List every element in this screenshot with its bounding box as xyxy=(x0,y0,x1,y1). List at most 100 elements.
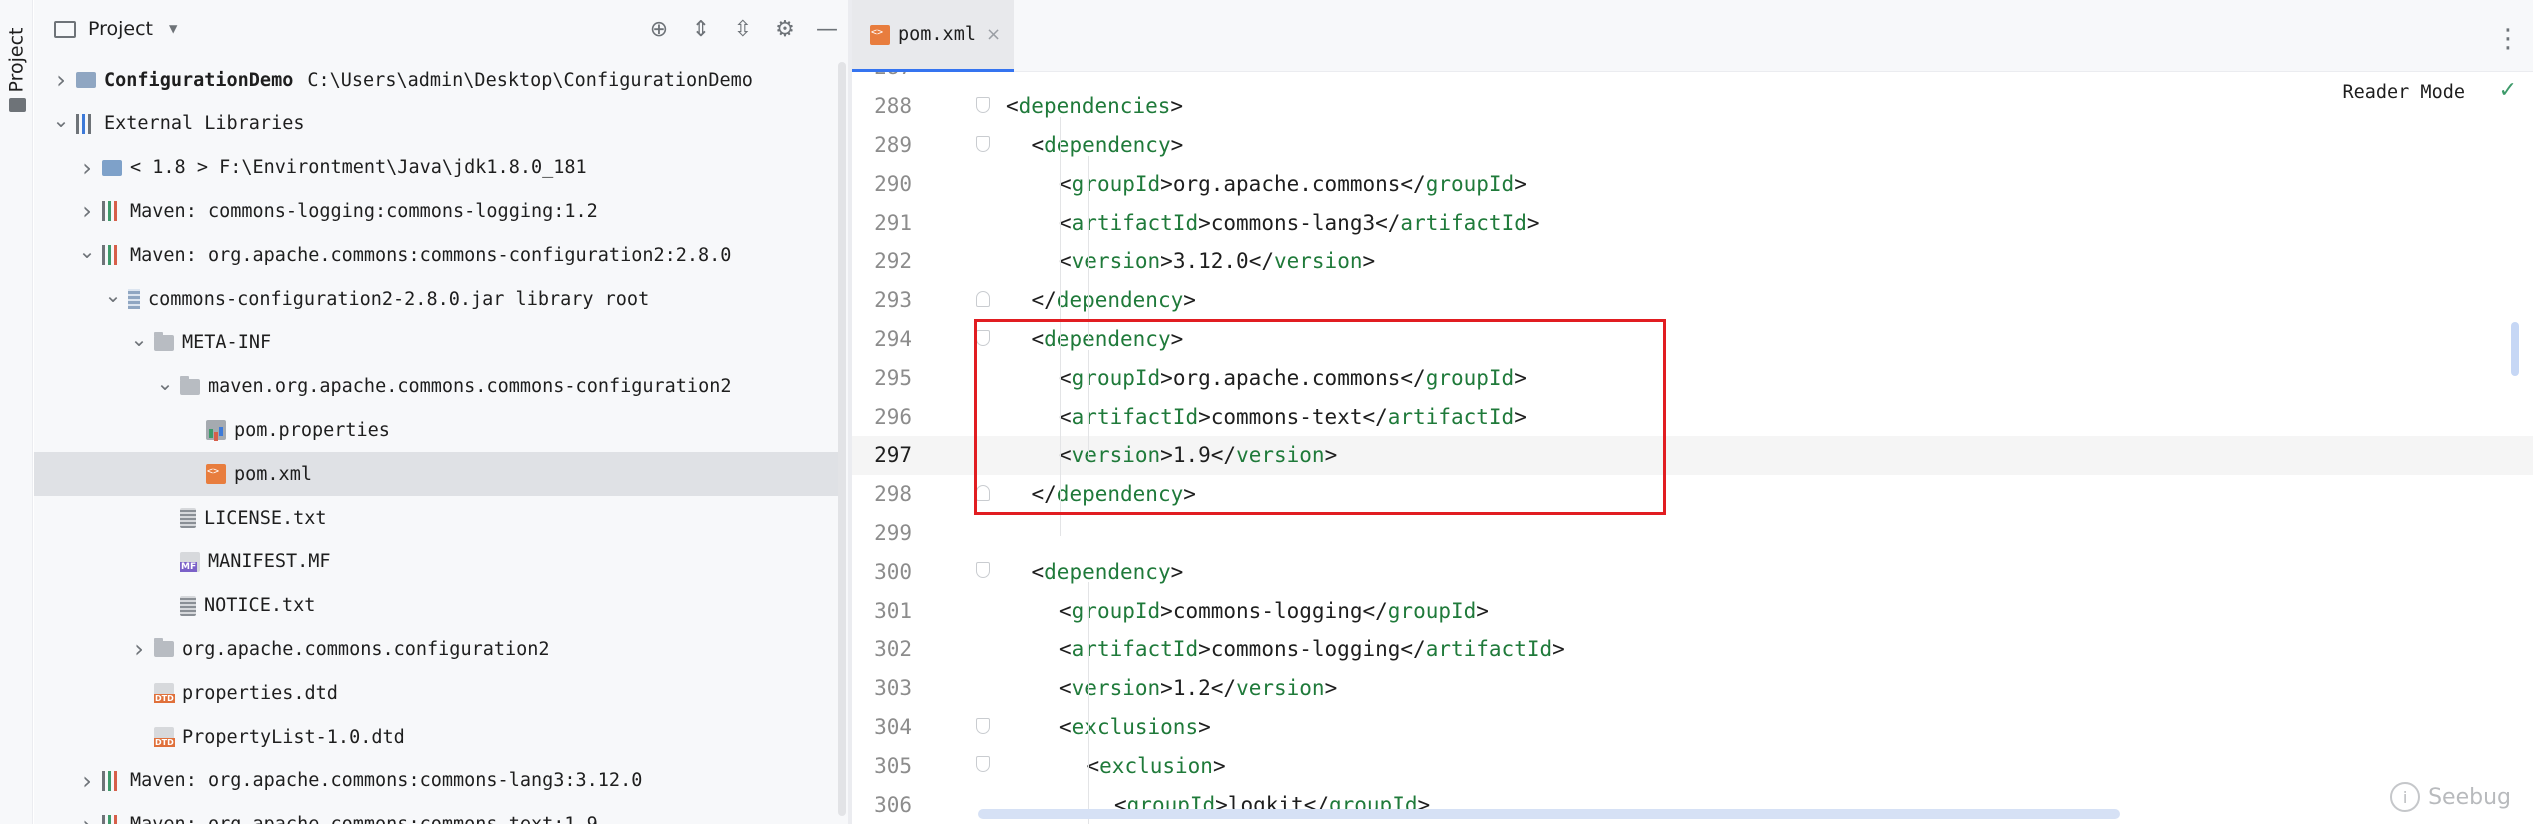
tree-row[interactable]: › Maven: org.apache.commons:commons-text:… xyxy=(34,803,844,824)
code-line[interactable]: 298 </dependency> xyxy=(852,475,2533,514)
tree-row[interactable]: › Maven: commons-logging:commons-logging:… xyxy=(34,189,844,233)
code-line[interactable]: 303 <version>1.2</version> xyxy=(852,669,2533,708)
code-line[interactable]: 292 <version>3.12.0</version> xyxy=(852,242,2533,281)
watermark: i Seebug xyxy=(2390,782,2511,812)
tree-row[interactable]: ⌄ maven.org.apache.commons.commons-config… xyxy=(34,365,844,409)
tree-row[interactable]: MANIFEST.MF xyxy=(34,540,844,584)
code-line[interactable]: 293 </dependency> xyxy=(852,281,2533,320)
xml-bracket: > xyxy=(1198,404,1211,429)
code-line[interactable]: 295 <groupId>org.apache.commons</groupId> xyxy=(852,358,2533,397)
project-panel-title[interactable]: Project xyxy=(88,18,153,40)
fold-marker-icon[interactable] xyxy=(976,96,990,113)
tree-row[interactable]: PropertyList-1.0.dtd xyxy=(34,715,844,759)
minimize-icon[interactable]: — xyxy=(806,14,848,44)
chevron-down-icon[interactable]: ▼ xyxy=(169,21,177,37)
tree-row[interactable]: LICENSE.txt xyxy=(34,496,844,540)
tree-row[interactable]: NOTICE.txt xyxy=(34,584,844,628)
code-line[interactable]: 300 <dependency> xyxy=(852,552,2533,591)
chevron-down-icon[interactable]: ⌄ xyxy=(128,327,150,351)
tab-pom-xml[interactable]: pom.xml × xyxy=(852,0,1014,72)
code-text: <version>1.2</version> xyxy=(1006,676,1337,700)
target-icon[interactable]: ⊕ xyxy=(638,14,680,44)
maven-icon xyxy=(102,245,122,266)
more-options-icon[interactable]: ⋮ xyxy=(2495,24,2521,54)
code-text: </dependency> xyxy=(1006,482,1196,506)
chevron-right-icon[interactable]: › xyxy=(76,197,98,225)
code-line[interactable]: 287 xyxy=(852,72,2533,87)
code-line[interactable]: 296 <artifactId>commons-text</artifactId> xyxy=(852,397,2533,436)
xml-bracket: < xyxy=(1059,598,1072,623)
chevron-right-icon[interactable]: › xyxy=(76,154,98,182)
fold-marker-icon[interactable] xyxy=(976,717,990,734)
fold-marker-icon[interactable] xyxy=(976,290,990,307)
fold-marker-icon[interactable] xyxy=(976,756,990,773)
tree-row[interactable]: ⌄ External Libraries xyxy=(34,102,844,146)
chevron-right-icon[interactable]: › xyxy=(76,767,98,795)
close-icon[interactable]: × xyxy=(986,24,1001,45)
chevron-down-icon[interactable]: ⌄ xyxy=(50,108,72,132)
xml-tag-name: version xyxy=(1236,676,1325,701)
tree-row[interactable]: pom.properties xyxy=(34,408,844,452)
code-line[interactable]: 305 <exclusion> xyxy=(852,746,2533,785)
chevron-down-icon[interactable]: ⌄ xyxy=(154,371,176,395)
tree-row[interactable]: › ConfigurationDemo C:\Users\admin\Desktop… xyxy=(34,58,844,102)
xml-bracket: </ xyxy=(1375,210,1401,235)
project-scrollbar[interactable] xyxy=(838,62,846,816)
xml-bracket: > xyxy=(1160,443,1173,468)
code-line[interactable]: 290 <groupId>org.apache.commons</groupId> xyxy=(852,164,2533,203)
xml-bracket: < xyxy=(1031,559,1045,584)
project-tool-button[interactable]: Project xyxy=(4,20,28,100)
tree-row[interactable]: ⌄ META-INF xyxy=(34,321,844,365)
tree-row[interactable]: › org.apache.commons.configuration2 xyxy=(34,627,844,671)
tree-row[interactable]: › < 1.8 > F:\Environtment\Java\jdk1.8.0_1… xyxy=(34,146,844,190)
line-number: 305 xyxy=(874,753,912,778)
xml-bracket: < xyxy=(1031,326,1045,351)
gutter xyxy=(912,72,1006,87)
code-line[interactable]: 299 xyxy=(852,514,2533,553)
chevron-right-icon[interactable]: › xyxy=(50,66,72,94)
tree-row-label: < 1.8 > F:\Environtment\Java\jdk1.8.0_18… xyxy=(130,157,587,179)
editor-vertical-scrollbar[interactable] xyxy=(2511,322,2519,376)
gear-icon[interactable]: ⚙ xyxy=(764,14,806,44)
tree-row-label: MANIFEST.MF xyxy=(208,551,331,573)
expand-all-icon[interactable]: ⇕ xyxy=(680,14,722,44)
tree-row[interactable]: properties.dtd xyxy=(34,671,844,715)
tree-row[interactable]: ⌄ Maven: org.apache.commons:commons-confi… xyxy=(34,233,844,277)
chevron-down-icon[interactable]: ⌄ xyxy=(102,283,124,307)
tree-row-label: Maven: org.apache.commons:commons-lang3:… xyxy=(130,770,643,792)
xml-bracket: < xyxy=(1006,94,1019,119)
xml-text: commons-lang3 xyxy=(1210,210,1376,235)
code-line[interactable]: 289 <dependency> xyxy=(852,126,2533,165)
xml-tag-name: groupId xyxy=(1071,171,1161,196)
code-line[interactable]: 304 <exclusions> xyxy=(852,708,2533,747)
xml-bracket: </ xyxy=(1031,482,1057,507)
fold-marker-icon[interactable] xyxy=(976,562,990,579)
xml-tag-name: version xyxy=(1273,249,1363,274)
gutter xyxy=(912,281,1006,320)
code-line[interactable]: 288 <dependencies> xyxy=(852,87,2533,126)
chevron-down-icon[interactable]: ⌄ xyxy=(76,239,98,263)
code-line[interactable]: 294 <dependency> xyxy=(852,320,2533,359)
code-area[interactable]: 287 288<dependencies>289<dependency>290<g… xyxy=(852,72,2533,824)
collapse-all-icon[interactable]: ⇳ xyxy=(722,14,764,44)
fold-marker-icon[interactable] xyxy=(976,484,990,501)
code-line[interactable]: 301 <groupId>commons-logging</groupId> xyxy=(852,591,2533,630)
chevron-right-icon[interactable]: › xyxy=(76,811,98,824)
tree-row[interactable]: pom.xml xyxy=(34,452,844,497)
fold-marker-icon[interactable] xyxy=(976,329,990,346)
tree-row[interactable]: ⌄ commons-configuration2-2.8.0.jar librar… xyxy=(34,277,844,321)
xml-tag-name: artifactId xyxy=(1071,637,1199,662)
editor-horizontal-scrollbar[interactable] xyxy=(978,809,2120,819)
folder-icon[interactable] xyxy=(9,98,26,112)
chevron-right-icon[interactable]: › xyxy=(128,635,150,663)
code-line[interactable]: 297 <version>1.9</version> xyxy=(852,436,2533,475)
code-line[interactable]: 302 <artifactId>commons-logging</artifact… xyxy=(852,630,2533,669)
tool-window-strip: Project xyxy=(0,0,33,824)
code-line[interactable]: 291 <artifactId>commons-lang3</artifactId… xyxy=(852,203,2533,242)
line-number: 287 xyxy=(852,72,912,79)
folder-icon xyxy=(154,638,174,658)
xml-tag-name: artifactId xyxy=(1071,210,1199,235)
tree-row[interactable]: › Maven: org.apache.commons:commons-lang3… xyxy=(34,759,844,803)
fold-marker-icon[interactable] xyxy=(976,135,990,152)
